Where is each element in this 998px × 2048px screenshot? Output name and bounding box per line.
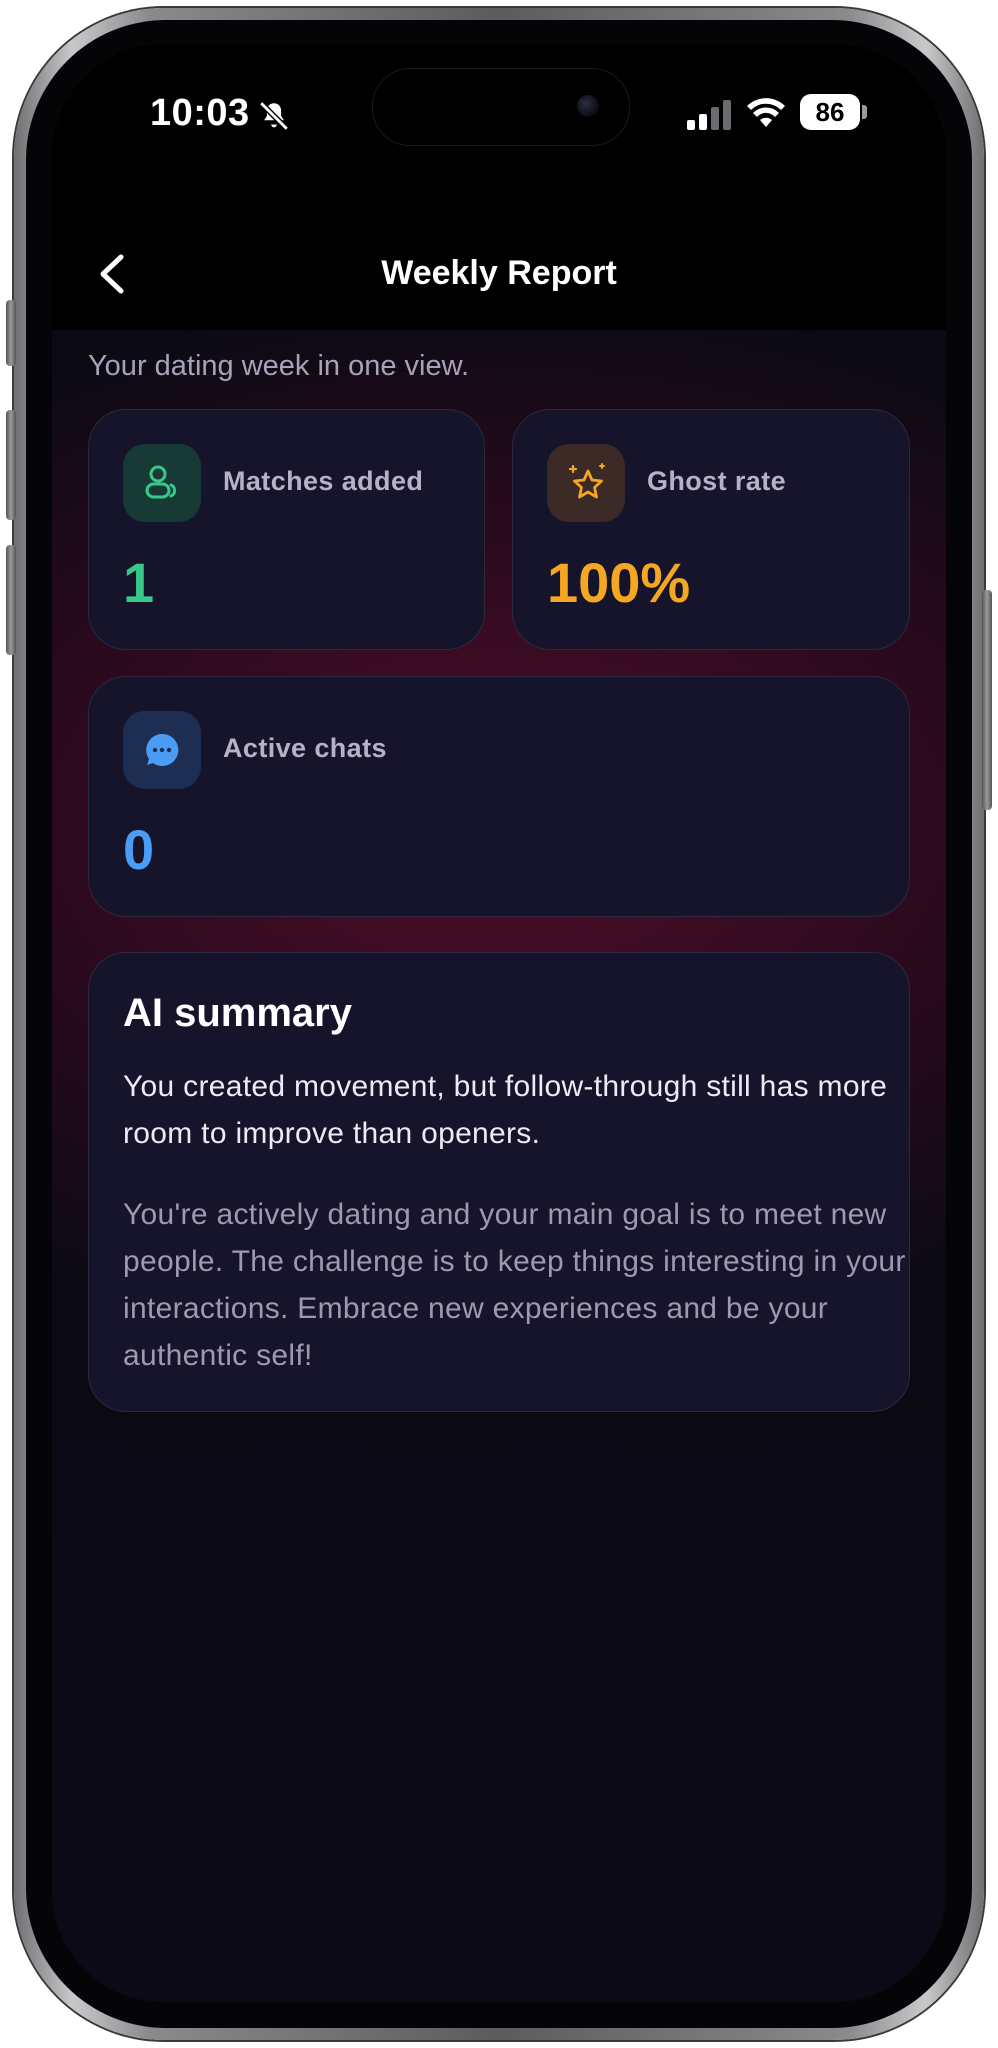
bell-slash-icon xyxy=(259,101,289,131)
status-time: 10:03 xyxy=(150,92,250,134)
stat-label: Ghost rate xyxy=(647,466,787,496)
summary-lead: You created movement, but follow-through… xyxy=(123,1070,888,1150)
side-button-action xyxy=(6,300,16,366)
nav-bar: Weekly Report xyxy=(52,194,946,330)
side-button-power xyxy=(982,590,992,810)
page-title: Weekly Report xyxy=(381,254,617,292)
stat-value: 1 xyxy=(123,551,155,614)
cellular-signal-icon xyxy=(687,100,731,130)
stat-label: Active chats xyxy=(223,733,387,763)
stat-value: 100% xyxy=(547,551,691,614)
stat-card-ghost-rate: Ghost rate 100% xyxy=(512,409,910,650)
wifi-icon xyxy=(747,98,785,127)
summary-title: AI summary xyxy=(123,991,352,1035)
side-button-volume-up xyxy=(6,410,16,520)
stat-label: Matches added xyxy=(223,466,424,496)
people-icon xyxy=(123,444,201,522)
star-sparkle-icon xyxy=(547,444,625,522)
stat-card-matches: Matches added 1 xyxy=(88,409,485,650)
ai-summary-card: AI summary You created movement, but fol… xyxy=(88,952,910,1412)
dynamic-island xyxy=(372,68,630,146)
front-camera xyxy=(577,95,599,117)
battery-icon: 86 xyxy=(800,94,860,130)
battery-tip xyxy=(862,105,867,119)
background-fade xyxy=(52,1344,946,2002)
screen: 10:03 86 Weekly Report Your dating week … xyxy=(52,44,946,2002)
stat-value: 0 xyxy=(123,818,155,881)
page-subtitle: Your dating week in one view. xyxy=(88,350,470,382)
status-bar: 10:03 86 xyxy=(52,44,946,194)
summary-body: You're actively dating and your main goa… xyxy=(123,1198,906,1372)
chat-bubble-icon xyxy=(123,711,201,789)
stat-card-active-chats: Active chats 0 xyxy=(88,676,910,917)
side-button-volume-down xyxy=(6,545,16,655)
